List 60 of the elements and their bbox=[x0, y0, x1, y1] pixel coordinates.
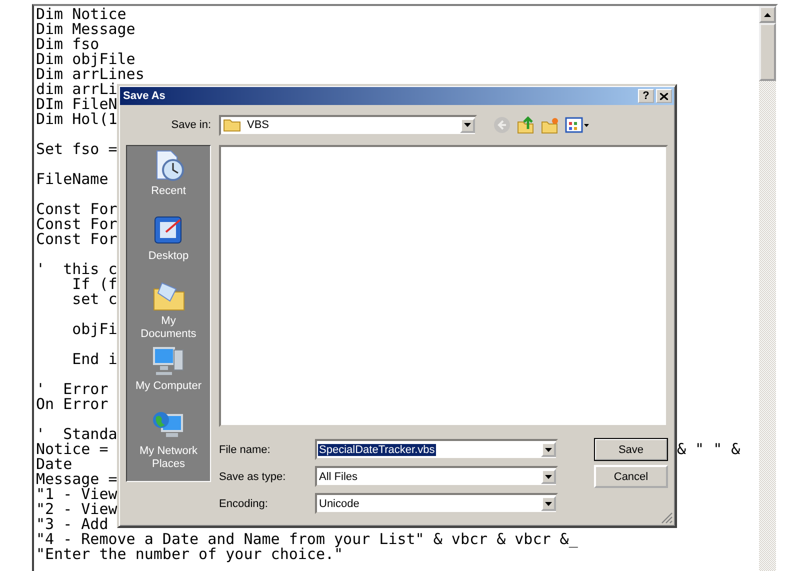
places-item[interactable]: Desktop bbox=[128, 214, 210, 279]
code-line: If (f bbox=[71, 277, 118, 292]
window-title: Save As bbox=[123, 90, 166, 102]
code-line: objFi bbox=[71, 322, 118, 337]
scrollbar[interactable] bbox=[759, 6, 776, 571]
code-line: Dim arrLines bbox=[36, 67, 144, 82]
code-line: Message = bbox=[36, 472, 118, 487]
field-label: Save as type: bbox=[219, 470, 287, 482]
code-line: Dim Hol(1 bbox=[36, 112, 118, 127]
up-arrow-icon bbox=[764, 12, 771, 16]
field-label: Encoding: bbox=[219, 498, 269, 510]
code-line: set c bbox=[71, 292, 118, 307]
scroll-up-button[interactable] bbox=[759, 6, 776, 23]
places-item[interactable]: My Computer bbox=[128, 344, 210, 409]
code-line: Const For bbox=[36, 202, 118, 217]
code-line: "4 - Remove a Date and Name from your List" & vbcr & vbcr &_ bbox=[36, 532, 578, 547]
code-line: Dim Notice bbox=[36, 7, 126, 22]
places-item[interactable]: My Network Places bbox=[128, 409, 210, 474]
dropdown-field[interactable]: All Files bbox=[315, 466, 558, 487]
close-icon bbox=[660, 92, 668, 100]
dropdown-field[interactable]: Unicode bbox=[315, 493, 558, 514]
code-line: "Enter the number of your choice." bbox=[36, 547, 344, 562]
save-button[interactable]: Save bbox=[594, 438, 668, 461]
resize-grip-icon[interactable] bbox=[661, 512, 673, 524]
computer-icon bbox=[152, 344, 186, 378]
code-line: Dim fso bbox=[36, 37, 100, 52]
code-line: Date bbox=[36, 457, 72, 472]
views-menu-icon[interactable] bbox=[565, 116, 589, 134]
close-button[interactable] bbox=[656, 89, 672, 103]
code-line: DIm FileN bbox=[36, 97, 118, 112]
places-item[interactable]: My Documents bbox=[128, 279, 210, 344]
places-item[interactable]: Recent bbox=[128, 149, 210, 214]
field-label: File name: bbox=[219, 444, 272, 456]
save-in-label: Save in: bbox=[170, 119, 211, 131]
code-line: Notice = bbox=[36, 442, 108, 457]
code-line: "1 - View bbox=[36, 487, 118, 502]
folder-up-icon[interactable] bbox=[517, 116, 535, 134]
code-line: dim arrLi bbox=[36, 82, 118, 97]
code-line: Const For bbox=[36, 232, 118, 247]
code-line: On Error bbox=[36, 397, 108, 412]
file-list[interactable] bbox=[219, 145, 668, 427]
save-in-dropdown[interactable]: VBS bbox=[219, 114, 477, 136]
help-button[interactable]: ? bbox=[638, 89, 654, 103]
code-line: Dim objFile bbox=[36, 52, 136, 67]
cancel-button[interactable]: Cancel bbox=[594, 465, 668, 488]
code-line: "3 - Add bbox=[36, 517, 108, 532]
code-line: ' this c bbox=[36, 262, 118, 277]
code-line: Dim Message bbox=[36, 22, 136, 37]
code-line: Const For bbox=[36, 217, 118, 232]
dropdown-field[interactable]: SpecialDateTracker.vbs bbox=[315, 439, 558, 460]
scroll-thumb[interactable] bbox=[759, 23, 776, 81]
code-line: FileName bbox=[36, 172, 108, 187]
code-line: & " " & bbox=[677, 442, 740, 457]
code-line: "2 - View bbox=[36, 502, 118, 517]
new-folder-icon[interactable] bbox=[541, 116, 559, 134]
code-line: ' Standa bbox=[36, 427, 118, 442]
folder-icon bbox=[223, 118, 241, 132]
code-line: ' Error bbox=[36, 382, 108, 397]
code-line: End i bbox=[71, 352, 118, 367]
code-line: Set fso = bbox=[36, 142, 118, 157]
